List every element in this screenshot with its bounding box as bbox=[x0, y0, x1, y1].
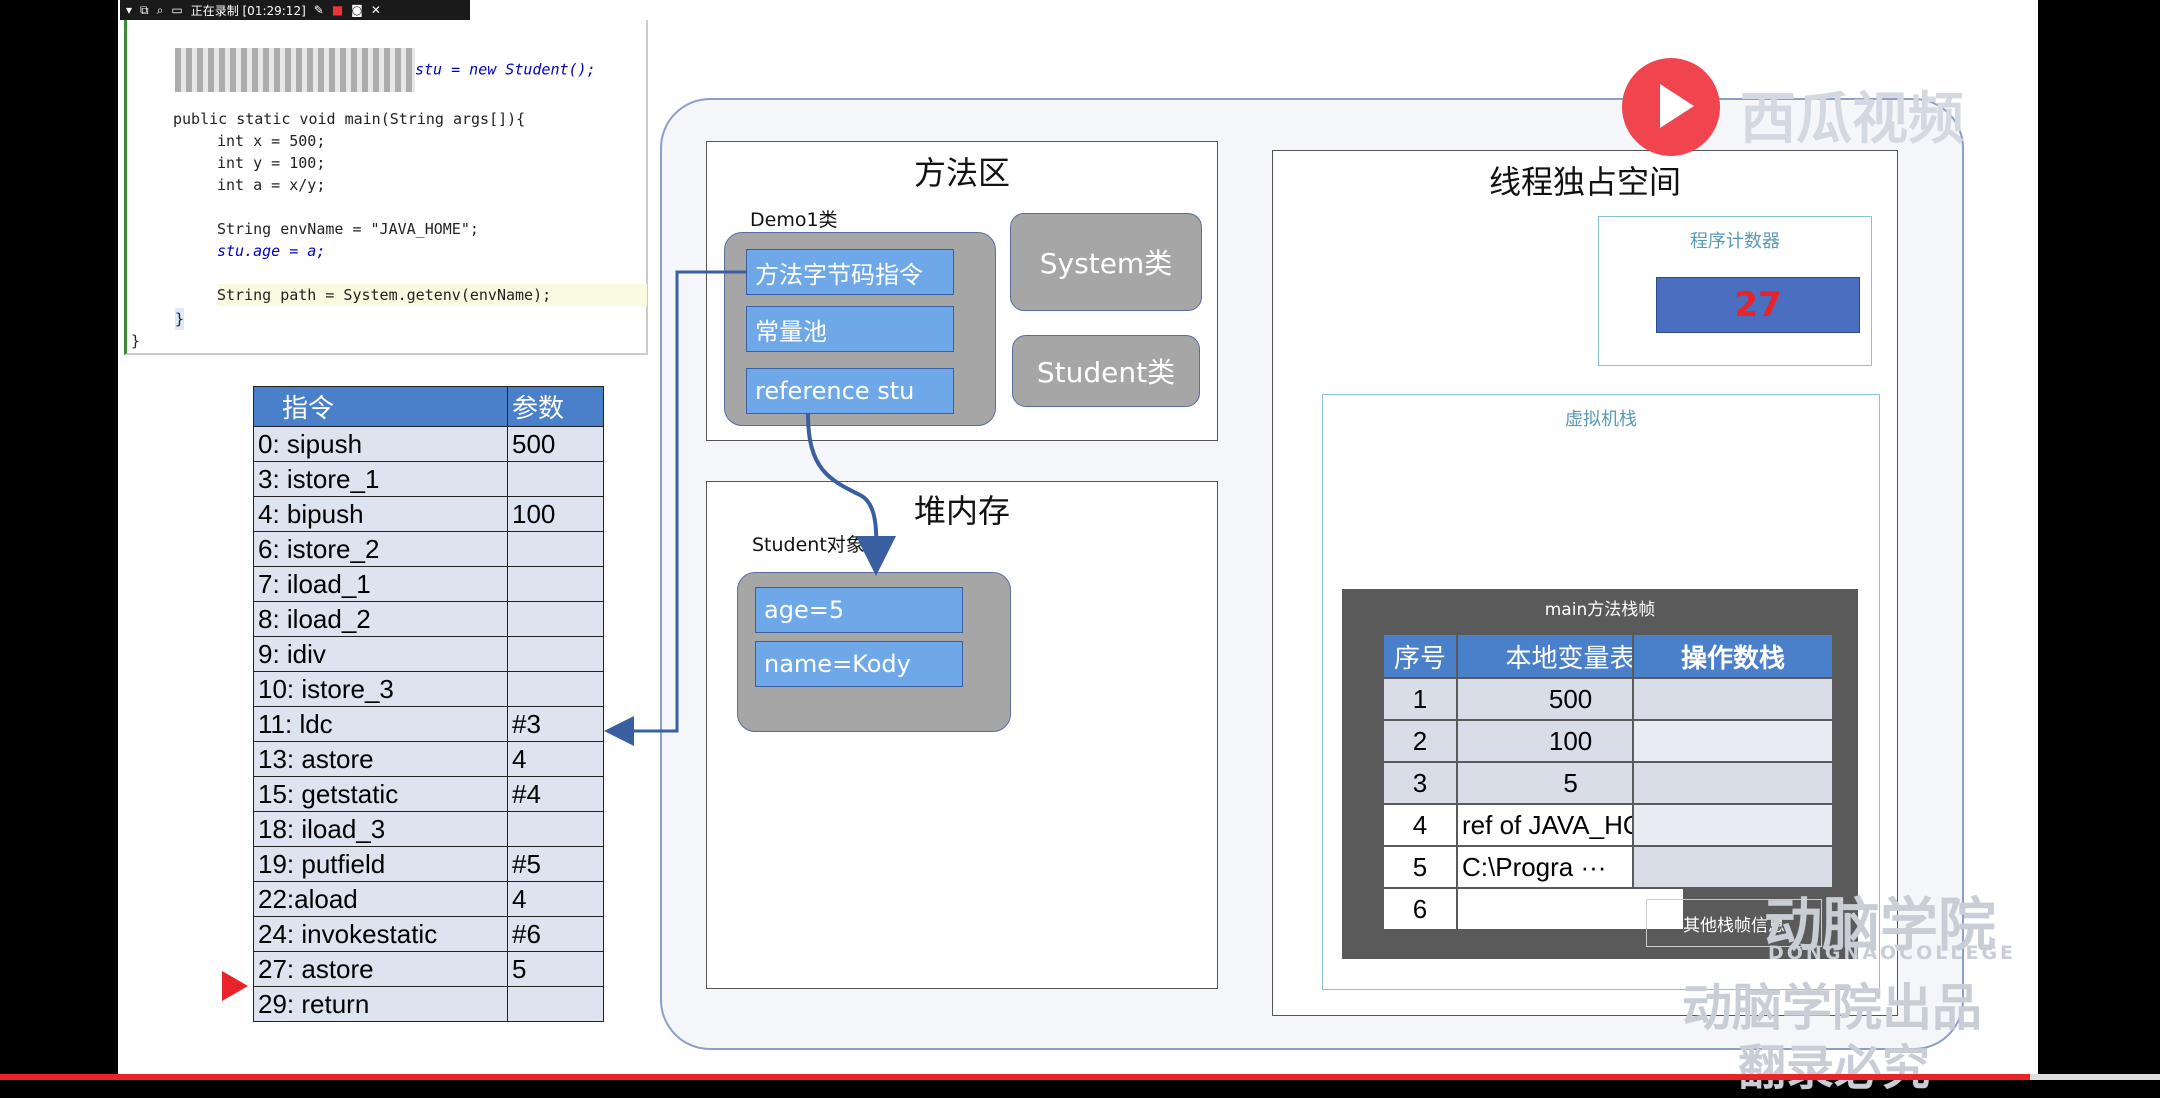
operand-slot bbox=[1632, 803, 1834, 847]
local-index-cell: 5 bbox=[1382, 845, 1458, 889]
program-counter-panel: 程序计数器 27 bbox=[1598, 216, 1872, 366]
operand-slot bbox=[1632, 677, 1834, 721]
main-frame-label: main方法栈帧 bbox=[1544, 600, 1656, 620]
local-index-cell: 6 bbox=[1382, 887, 1458, 931]
operand-slot bbox=[1632, 761, 1834, 805]
operand-slot bbox=[1632, 719, 1834, 763]
copyright-watermark: 翻录必究 bbox=[1738, 1040, 1931, 1096]
thread-space-title: 线程独占空间 bbox=[1488, 163, 1681, 201]
reference-to-object-arrow bbox=[806, 413, 897, 576]
ldc-to-bytecode-arrow bbox=[604, 270, 746, 746]
operand-stack-header: 操作数栈 bbox=[1632, 633, 1834, 679]
local-index-cell: 2 bbox=[1382, 719, 1458, 763]
index-header: 序号 bbox=[1382, 633, 1458, 679]
operand-stack-table: 操作数栈 bbox=[1632, 633, 1834, 889]
local-index-cell: 4 bbox=[1382, 803, 1458, 847]
dongnao-en-watermark: DONGNAOCOLLEGE bbox=[1768, 942, 2017, 964]
playback-progress-fill bbox=[0, 1074, 2031, 1080]
local-index-cell: 1 bbox=[1382, 677, 1458, 721]
xigua-watermark: 西瓜视频 bbox=[1740, 87, 1964, 152]
program-counter-label: 程序计数器 bbox=[1690, 231, 1780, 252]
xigua-logo-icon bbox=[1622, 58, 1720, 156]
local-variable-row: 6 bbox=[1382, 887, 1686, 931]
playback-progress-bar[interactable] bbox=[0, 1074, 2160, 1080]
vm-stack-label: 虚拟机栈 bbox=[1565, 409, 1637, 430]
program-counter-box: 27 bbox=[1656, 277, 1860, 333]
local-index-cell: 3 bbox=[1382, 761, 1458, 805]
program-counter-value: 27 bbox=[1734, 285, 1782, 325]
